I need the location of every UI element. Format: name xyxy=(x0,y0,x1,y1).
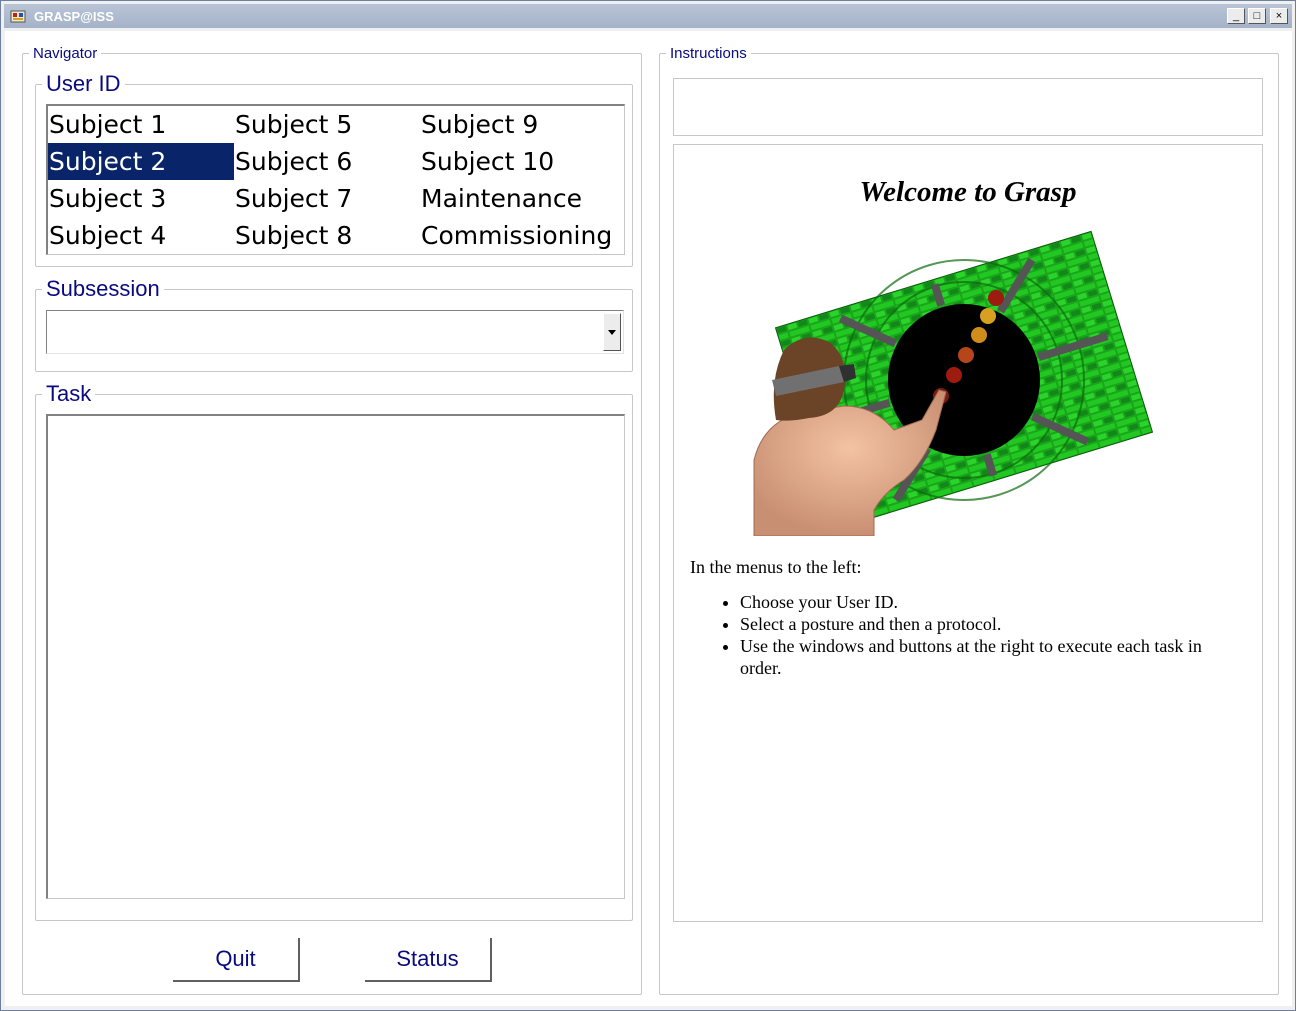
app-window: GRASP@ISS _ □ × Navigator User ID Subjec… xyxy=(0,0,1296,1011)
user-id-item-subject-8[interactable]: Subject 8 xyxy=(234,217,420,254)
instructions-bullet-list: Choose your User ID. Select a posture an… xyxy=(690,591,1220,679)
user-id-item-commissioning[interactable]: Commissioning xyxy=(420,217,621,254)
maximize-icon[interactable]: □ xyxy=(1248,8,1266,24)
instruction-bullet-1: Choose your User ID. xyxy=(740,591,1220,613)
user-id-item-subject-1[interactable]: Subject 1 xyxy=(48,106,234,143)
user-id-item-subject-4[interactable]: Subject 4 xyxy=(48,217,234,254)
user-id-item-subject-7[interactable]: Subject 7 xyxy=(234,180,420,217)
instructions-intro: In the menus to the left: xyxy=(690,557,862,577)
status-button[interactable]: Status xyxy=(365,938,492,982)
subsession-combobox[interactable] xyxy=(46,310,624,354)
close-icon[interactable]: × xyxy=(1270,8,1288,24)
instruction-bullet-2: Select a posture and then a protocol. xyxy=(740,613,1220,635)
title-bar[interactable]: GRASP@ISS _ □ × xyxy=(4,4,1292,28)
user-id-item-maintenance[interactable]: Maintenance xyxy=(420,180,621,217)
user-id-item-subject-6[interactable]: Subject 6 xyxy=(234,143,420,180)
minimize-icon[interactable]: _ xyxy=(1227,8,1245,24)
user-id-item-subject-2[interactable]: Subject 2 xyxy=(48,143,234,180)
user-id-item-subject-5[interactable]: Subject 5 xyxy=(234,106,420,143)
quit-button[interactable]: Quit xyxy=(173,938,300,982)
task-legend: Task xyxy=(46,381,92,406)
app-icon xyxy=(10,10,26,23)
dropdown-arrow-icon[interactable] xyxy=(603,313,621,351)
task-listbox[interactable] xyxy=(46,414,625,899)
navigator-legend: Navigator xyxy=(33,45,98,62)
instructions-browser[interactable]: Welcome to Grasp In the menus to the lef… xyxy=(673,144,1263,922)
user-id-legend: User ID xyxy=(46,71,121,96)
client-area: Navigator User ID Subject 1 Subject 2 Su… xyxy=(5,31,1292,1006)
grasp-illustration xyxy=(753,230,1154,536)
welcome-heading: Welcome to Grasp xyxy=(859,176,1077,208)
subsession-legend: Subsession xyxy=(46,276,160,301)
instructions-legend: Instructions xyxy=(670,45,747,62)
window-title: GRASP@ISS xyxy=(34,9,114,24)
user-id-listbox[interactable]: Subject 1 Subject 2 Subject 3 Subject 4 … xyxy=(46,104,625,255)
user-id-item-subject-3[interactable]: Subject 3 xyxy=(48,180,234,217)
user-id-item-subject-9[interactable]: Subject 9 xyxy=(420,106,621,143)
user-id-item-subject-10[interactable]: Subject 10 xyxy=(420,143,621,180)
instructions-header-panel xyxy=(673,78,1263,136)
instruction-bullet-3: Use the windows and buttons at the right… xyxy=(740,635,1220,679)
